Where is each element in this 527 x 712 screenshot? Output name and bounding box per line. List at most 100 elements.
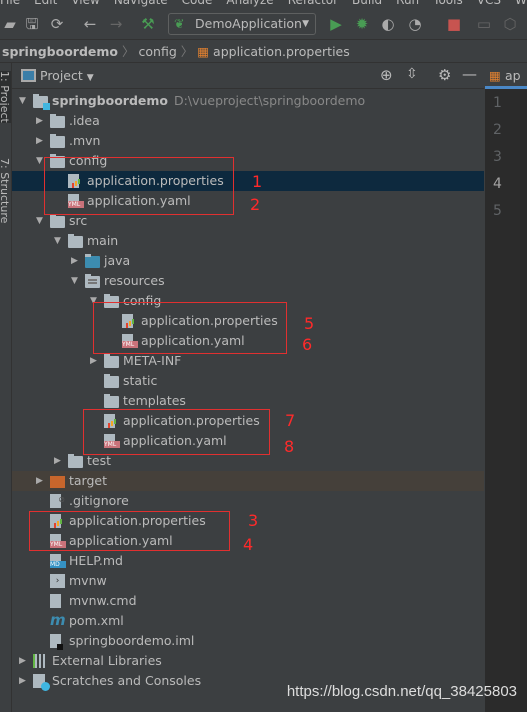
- tree-item[interactable]: templates: [12, 391, 484, 411]
- tree-item[interactable]: ▼ springboordemo D:\vueproject\springboord…: [12, 91, 484, 111]
- collapse-arrow-icon[interactable]: ▶: [54, 451, 61, 471]
- tree-item[interactable]: ▶ .mvn: [12, 131, 484, 151]
- project-view-dropdown[interactable]: Project ▼: [40, 68, 94, 83]
- annotation-box: [44, 157, 234, 215]
- tree-item[interactable]: ▶ .idea: [12, 111, 484, 131]
- run-icon[interactable]: ▶: [326, 14, 346, 34]
- deploy-icon[interactable]: ⬡: [500, 14, 520, 34]
- tree-item[interactable]: ▼ resources: [12, 271, 484, 291]
- collapse-arrow-icon[interactable]: ▶: [71, 251, 78, 271]
- annotation-number: 6: [302, 335, 313, 354]
- tree-item[interactable]: static: [12, 371, 484, 391]
- expand-arrow-icon[interactable]: ▼: [36, 151, 43, 171]
- collapse-all-icon[interactable]: ⇳: [406, 66, 418, 82]
- tree-item[interactable]: › mvnw: [12, 571, 484, 591]
- tree-item[interactable]: ▶ External Libraries: [12, 651, 484, 671]
- forward-icon[interactable]: →: [106, 14, 126, 34]
- tree-item[interactable]: MD HELP.md: [12, 551, 484, 571]
- scratches-icon: [33, 671, 50, 691]
- menu-item[interactable]: Tools: [433, 0, 463, 7]
- open-icon[interactable]: ▰: [0, 14, 20, 34]
- project-panel-header: Project ▼ ⊕ ⇳ ⚙ —: [12, 63, 484, 89]
- tree-item[interactable]: ▶ java: [12, 251, 484, 271]
- coverage-icon[interactable]: ◐: [378, 14, 398, 34]
- text-file-icon: [50, 591, 67, 611]
- breadcrumb-project[interactable]: springboordemo: [0, 44, 118, 59]
- menu-item[interactable]: View: [71, 0, 99, 7]
- line-number: 2: [493, 122, 502, 138]
- annotation-number: 8: [284, 437, 295, 456]
- tree-item-label: templates: [123, 393, 186, 408]
- spring-icon: ❦: [174, 16, 185, 31]
- ignore-file-icon: ⊘: [50, 491, 67, 511]
- gear-icon[interactable]: ⚙: [438, 66, 451, 84]
- expand-arrow-icon[interactable]: ▼: [19, 91, 26, 111]
- locate-icon[interactable]: ⊕: [380, 66, 393, 84]
- annotation-number: 5: [304, 314, 315, 333]
- minimize-icon[interactable]: —: [462, 65, 477, 83]
- collapse-arrow-icon[interactable]: ▶: [36, 111, 43, 131]
- tree-item-label: mvnw.cmd: [69, 593, 137, 608]
- sync-icon[interactable]: ⟳: [47, 14, 67, 34]
- folder-icon: [104, 391, 121, 411]
- expand-arrow-icon[interactable]: ▼: [36, 211, 43, 231]
- chevron-down-icon: ▼: [302, 19, 309, 29]
- menu-item[interactable]: Navigate: [114, 0, 168, 7]
- line-number: 5: [493, 203, 502, 219]
- expand-arrow-icon[interactable]: ▼: [71, 271, 78, 291]
- menu-item[interactable]: Code: [182, 0, 213, 7]
- properties-icon: ▦: [197, 44, 210, 59]
- collapse-arrow-icon[interactable]: ▶: [19, 671, 26, 691]
- tree-item-label: External Libraries: [52, 653, 162, 668]
- folder-icon: [50, 131, 67, 151]
- line-number: 4: [493, 176, 502, 192]
- tree-item-label: main: [87, 233, 119, 248]
- tree-item[interactable]: ⊘ .gitignore: [12, 491, 484, 511]
- back-icon[interactable]: ←: [80, 14, 100, 34]
- tree-item[interactable]: ▼ main: [12, 231, 484, 251]
- menu-item[interactable]: Build: [352, 0, 382, 7]
- watermark: https://blog.csdn.net/qq_38425803: [286, 683, 517, 700]
- build-hammer-icon[interactable]: ⚒: [138, 14, 158, 34]
- annotation-box: [83, 409, 270, 455]
- editor-tab[interactable]: ▦ ap: [485, 63, 527, 89]
- resources-folder-icon: [85, 271, 102, 291]
- annotation-number: 4: [243, 535, 254, 554]
- stop-icon[interactable]: ■: [444, 14, 464, 34]
- menu-item[interactable]: Analyze: [226, 0, 273, 7]
- collapse-arrow-icon[interactable]: ▶: [90, 351, 97, 371]
- menu-item[interactable]: VCS: [477, 0, 501, 7]
- expand-arrow-icon[interactable]: ▼: [54, 231, 61, 251]
- menu-item[interactable]: W: [515, 0, 527, 7]
- tree-item[interactable]: m pom.xml: [12, 611, 484, 631]
- menu-item[interactable]: Refactor: [288, 0, 338, 7]
- attach-icon[interactable]: ▭: [474, 14, 494, 34]
- menu-item[interactable]: Run: [396, 0, 419, 7]
- run-configuration-dropdown[interactable]: ❦ DemoApplication ▼: [168, 13, 316, 35]
- menu-item[interactable]: File: [0, 0, 20, 7]
- properties-icon: ▦: [489, 68, 501, 83]
- excluded-folder-icon: [50, 471, 67, 491]
- tree-item[interactable]: ▶ META-INF: [12, 351, 484, 371]
- debug-icon[interactable]: ✹: [352, 14, 372, 34]
- tree-item-label: pom.xml: [69, 613, 124, 628]
- breadcrumb-folder[interactable]: config: [139, 44, 177, 59]
- collapse-arrow-icon[interactable]: ▶: [19, 651, 26, 671]
- collapse-arrow-icon[interactable]: ▶: [36, 471, 43, 491]
- tool-window-strip: 1: Project 7: Structure: [0, 63, 12, 712]
- breadcrumb-file[interactable]: application.properties: [213, 44, 350, 59]
- tree-item[interactable]: ▶ target: [12, 471, 484, 491]
- editor: ▦ ap 1 2 3 4 5: [485, 63, 527, 712]
- markdown-icon: MD: [50, 551, 67, 571]
- profile-icon[interactable]: ◔: [405, 14, 425, 34]
- menu-bar: File Edit View Navigate Code Analyze Refactor B…: [0, 0, 527, 8]
- libraries-icon: [33, 651, 50, 671]
- save-icon[interactable]: 🖫: [22, 14, 42, 34]
- tree-item[interactable]: springboordemo.iml: [12, 631, 484, 651]
- tree-item[interactable]: mvnw.cmd: [12, 591, 484, 611]
- structure-tool-tab[interactable]: 7: Structure: [0, 158, 11, 223]
- breadcrumb: springboordemo 〉 config 〉 ▦ application.…: [0, 41, 527, 63]
- project-tool-tab[interactable]: 1: Project: [0, 71, 11, 123]
- collapse-arrow-icon[interactable]: ▶: [36, 131, 43, 151]
- menu-item[interactable]: Edit: [34, 0, 57, 7]
